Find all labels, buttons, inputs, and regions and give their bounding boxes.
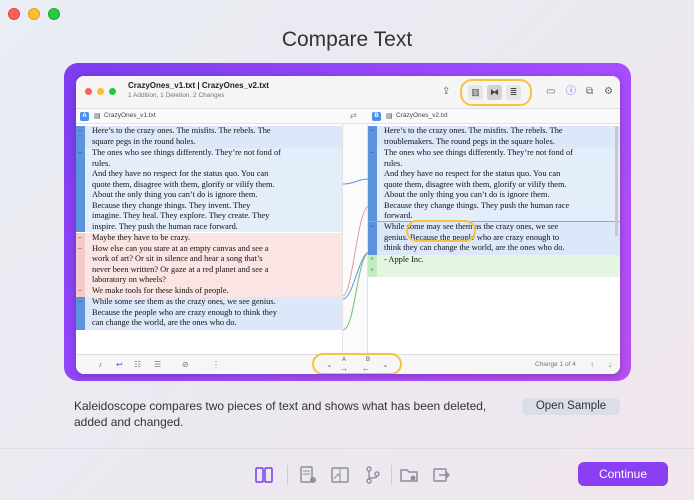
preview-window-subtitle: 1 Addition, 1 Deletion, 2 Changes bbox=[128, 92, 225, 99]
fluid-view-icon: ⧓ bbox=[487, 85, 502, 100]
connector-lines bbox=[343, 178, 369, 331]
integration-icon[interactable] bbox=[428, 462, 454, 488]
compare-icon: ⧉ bbox=[586, 86, 594, 97]
sidebar-toggle-icon: ▭ bbox=[546, 86, 556, 97]
info-icon: ⓘ bbox=[566, 86, 576, 97]
share-icon: ⇪ bbox=[442, 86, 451, 97]
text-line: About the only thing you can’t do is ign… bbox=[92, 190, 258, 199]
document-icon: ▤ bbox=[94, 113, 101, 120]
right-text-pane: – Here’s to the crazy ones. The misfits.… bbox=[368, 124, 620, 354]
text-line: Because the people who are crazy enough … bbox=[92, 307, 277, 317]
view-mode-switcher: ▥ ⧓ ≣ bbox=[468, 84, 521, 101]
swap-icon: ⇄ bbox=[350, 111, 357, 120]
unified-view-icon: ≣ bbox=[506, 85, 521, 100]
git-branch-icon[interactable] bbox=[360, 462, 386, 488]
left-change-block-3: – While some see them as the crazy ones,… bbox=[76, 297, 342, 330]
text-line: While some see them as the crazy ones, w… bbox=[92, 297, 276, 306]
file-b-name: CrazyOnes_v2.txt bbox=[396, 112, 448, 119]
file-b-badge: B bbox=[372, 112, 381, 121]
left-text-pane: – Here’s to the crazy ones. The misfits.… bbox=[76, 124, 342, 354]
text-line: - Apple Inc. bbox=[384, 255, 424, 264]
text-line: work of art? Or sit in silence and hear … bbox=[92, 254, 263, 263]
next-change-icon: ↓ bbox=[608, 360, 612, 369]
description-text: Kaleidoscope compares two pieces of text… bbox=[74, 399, 487, 429]
text-line: square pegs in the round holes. bbox=[92, 136, 196, 146]
left-change-block-1: – Here’s to the crazy ones. The misfits.… bbox=[76, 126, 342, 148]
preview-titlebar: CrazyOnes_v1.txt | CrazyOnes_v2.txt 1 Ad… bbox=[76, 76, 620, 109]
preview-window-title: CrazyOnes_v1.txt | CrazyOnes_v2.txt bbox=[128, 81, 269, 90]
close-button[interactable] bbox=[8, 8, 20, 20]
text-line: quote them, disagree with them, glorify … bbox=[384, 179, 567, 189]
preview-toolbar: ⇪ ▥ ⧓ ≣ ▭ ⓘ ⧉ ⚙ bbox=[420, 76, 620, 109]
divider bbox=[391, 465, 392, 485]
preview-window-dots bbox=[85, 88, 116, 95]
window-controls bbox=[8, 8, 60, 20]
text-line: And they have no respect for the status … bbox=[92, 169, 269, 178]
diff-gutter bbox=[342, 124, 369, 354]
preview-minimize-dot bbox=[97, 88, 104, 95]
text-line: Because they change things. They invent.… bbox=[92, 200, 251, 210]
list-icon: ☷ bbox=[134, 360, 142, 369]
file-a-badge: A bbox=[80, 112, 89, 121]
zoom-button[interactable] bbox=[48, 8, 60, 20]
highlight-ring-merge bbox=[312, 353, 402, 374]
preview-zoom-dot bbox=[109, 88, 116, 95]
preview-bottom-bar: ♪ ↩ ☷ ☰ ⊘ ⋮ ⌄ A → B ← ⌄ Change 1 of 4 ↑ … bbox=[76, 353, 620, 374]
minimize-button[interactable] bbox=[28, 8, 40, 20]
text-line: About the only thing you can’t do is ign… bbox=[384, 190, 550, 199]
ignore-icon: ⊘ bbox=[182, 360, 189, 369]
text-line: Maybe they have to be crazy. bbox=[92, 233, 191, 242]
previous-change-icon: ↑ bbox=[590, 360, 594, 369]
right-addition-block: + + - Apple Inc. bbox=[368, 255, 620, 277]
text-line: quote them, disagree with them, glorify … bbox=[92, 179, 275, 189]
text-line: And they have no respect for the status … bbox=[384, 169, 561, 178]
highlight-ring-inline-change bbox=[406, 220, 476, 242]
document-icon: ▤ bbox=[386, 113, 393, 120]
file-a-name: CrazyOnes_v1.txt bbox=[104, 112, 156, 119]
document-compare-icon[interactable] bbox=[295, 462, 321, 488]
left-deletion-block: – – – Maybe they have to be crazy. How e… bbox=[76, 233, 342, 297]
wrap-icon: ↩ bbox=[116, 360, 123, 369]
preview-frame: CrazyOnes_v1.txt | CrazyOnes_v2.txt 1 Ad… bbox=[64, 63, 631, 381]
text-line: Here’s to the crazy ones. The misfits. T… bbox=[384, 126, 563, 135]
text-line: rules. bbox=[92, 158, 111, 168]
text-line: laboratory on wheels? bbox=[92, 275, 166, 284]
settings-icon: ⚙ bbox=[604, 86, 613, 97]
text-line: Because they change things. They push th… bbox=[384, 200, 570, 210]
change-counter: Change 1 of 4 bbox=[535, 361, 576, 368]
text-line: The ones who see things differently. The… bbox=[92, 148, 281, 157]
text-line: imagine. They heal. They explore. They c… bbox=[92, 211, 270, 220]
text-line: How else can you stare at an empty canva… bbox=[92, 243, 269, 253]
image-compare-icon[interactable] bbox=[327, 462, 353, 488]
preview-close-dot bbox=[85, 88, 92, 95]
text-line: inspire. They push the human race forwar… bbox=[92, 221, 238, 231]
blocks-view-icon: ▥ bbox=[468, 85, 483, 100]
preview-window: CrazyOnes_v1.txt | CrazyOnes_v2.txt 1 Ad… bbox=[76, 76, 620, 374]
file-header: A ▤ CrazyOnes_v1.txt ⇄ B ▤ CrazyOnes_v2.… bbox=[76, 109, 620, 124]
divider bbox=[287, 465, 288, 485]
brush-icon: ♪ bbox=[98, 360, 102, 369]
text-compare-icon[interactable] bbox=[251, 462, 277, 488]
left-change-block-2: – The ones who see things differently. T… bbox=[76, 148, 342, 232]
text-line: troublemakers. The round pegs in the squ… bbox=[384, 136, 555, 146]
folder-compare-icon[interactable] bbox=[396, 462, 422, 488]
open-sample-button[interactable]: Open Sample bbox=[522, 398, 620, 415]
text-line: can change the world, are the ones who d… bbox=[92, 318, 237, 327]
continue-button[interactable]: Continue bbox=[578, 462, 668, 486]
scrollbar[interactable] bbox=[615, 126, 618, 236]
text-line: rules. bbox=[384, 158, 403, 168]
text-line: never been written? Or gaze at a red pla… bbox=[92, 264, 269, 274]
outline-icon: ☰ bbox=[154, 360, 162, 369]
page-title: Compare Text bbox=[281, 28, 413, 51]
text-line: We make tools for these kinds of people. bbox=[92, 285, 229, 295]
right-change-block-2: – The ones who see things differently. T… bbox=[368, 148, 620, 221]
more-icon: ⋮ bbox=[212, 360, 220, 369]
right-change-block-1: – Here’s to the crazy ones. The misfits.… bbox=[368, 126, 620, 148]
text-line: think they can change the world, are the… bbox=[384, 243, 565, 252]
text-line: Here’s to the crazy ones. The misfits. T… bbox=[92, 126, 271, 135]
text-line: The ones who see things differently. The… bbox=[384, 148, 573, 157]
